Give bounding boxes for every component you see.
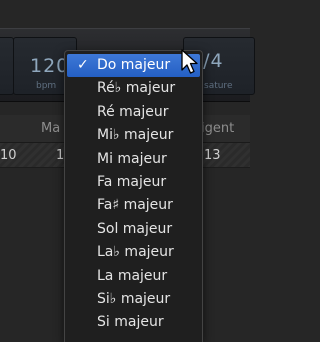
tempo-unit: bpm	[36, 81, 57, 91]
menu-item-label: Ré♭ majeur	[97, 80, 176, 97]
mouse-pointer-icon	[181, 49, 198, 74]
ruler-bar-number: 13	[204, 148, 221, 163]
checkmark-icon: ✓	[77, 57, 89, 73]
menu-item-label: La♭ majeur	[97, 244, 174, 261]
menu-item-fa-majeur[interactable]: Fa majeur	[65, 171, 202, 194]
key-signature-menu: ✓ Do majeur Ré♭ majeur Ré majeur Mi♭ maj…	[64, 50, 203, 342]
menu-item-label: Sol majeur	[97, 220, 173, 237]
menu-item-si-majeur[interactable]: Si majeur	[65, 311, 202, 334]
menu-item-label: Mi♭ majeur	[97, 127, 174, 144]
menu-item-label: La majeur	[97, 267, 168, 284]
header-text-right: igent	[201, 121, 235, 136]
menu-item-sol-majeur[interactable]: Sol majeur	[65, 218, 202, 241]
menu-item-label: Ré majeur	[97, 103, 169, 120]
menu-item-label: Fa majeur	[97, 173, 167, 190]
menu-item-label: Si♭ majeur	[97, 290, 171, 307]
menu-item-la-majeur[interactable]: La majeur	[65, 265, 202, 288]
menu-item-label: Fa♯ majeur	[97, 197, 173, 214]
header-text-left: Ma	[41, 121, 61, 136]
signature-label: sature	[204, 81, 233, 91]
menu-item-label: Do majeur	[97, 57, 171, 73]
menu-item-mi-majeur[interactable]: Mi majeur	[65, 148, 202, 171]
ruler-bar-number: 10	[0, 148, 17, 163]
menu-item-mi-bemol-majeur[interactable]: Mi♭ majeur	[65, 124, 202, 147]
menu-item-label: Si majeur	[97, 314, 164, 331]
menu-item-la-bemol-majeur[interactable]: La♭ majeur	[65, 241, 202, 264]
lcd-segment-left	[0, 37, 14, 95]
menu-item-label: Mi majeur	[97, 150, 167, 167]
menu-item-fa-diese-majeur[interactable]: Fa♯ majeur	[65, 194, 202, 217]
menu-item-si-bemol-majeur[interactable]: Si♭ majeur	[65, 288, 202, 311]
menu-item-re-majeur[interactable]: Ré majeur	[65, 101, 202, 124]
menu-item-re-bemol-majeur[interactable]: Ré♭ majeur	[65, 77, 202, 100]
